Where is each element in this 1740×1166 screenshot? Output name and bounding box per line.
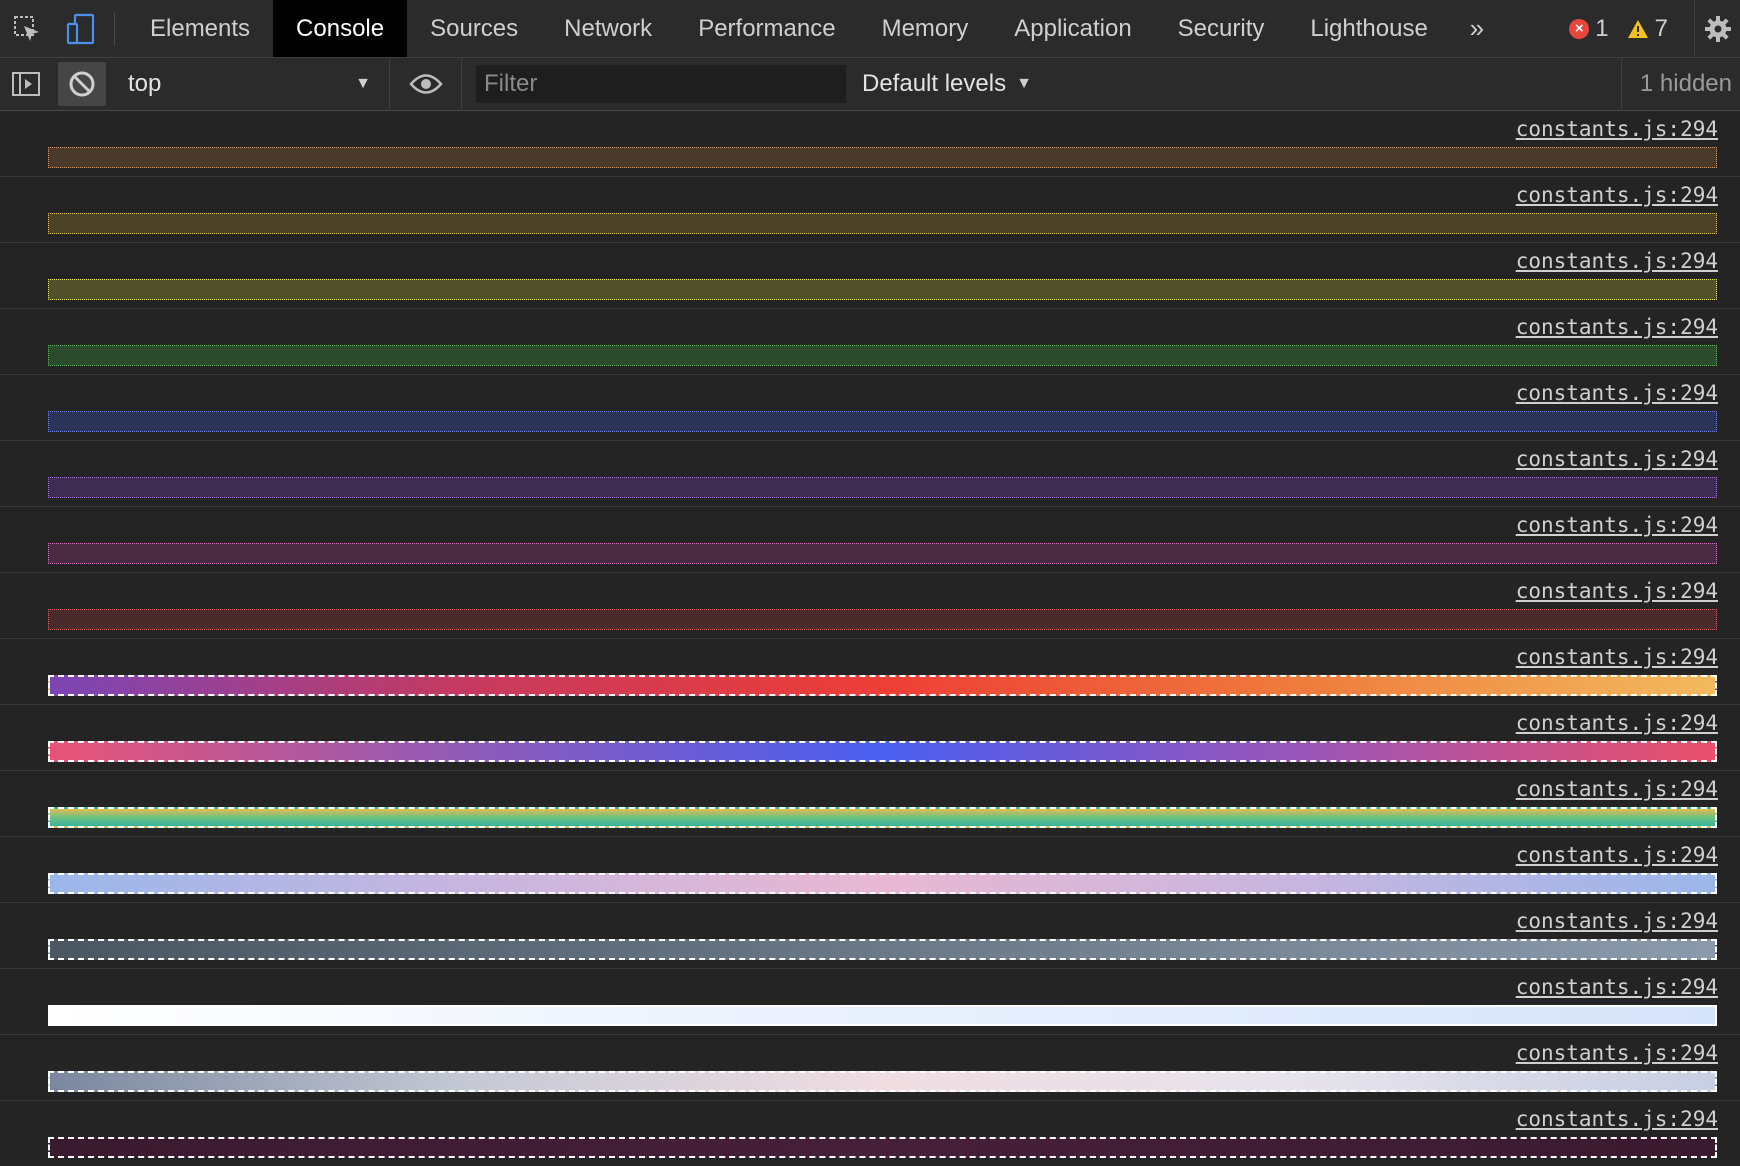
source-link[interactable]: constants.js:294 (1516, 117, 1718, 141)
styled-log-output (48, 411, 1717, 432)
inspect-element-icon (14, 16, 39, 41)
clear-console-button[interactable] (58, 62, 106, 106)
source-link[interactable]: constants.js:294 (1516, 447, 1718, 471)
source-link[interactable]: constants.js:294 (1516, 909, 1718, 933)
console-message: constants.js:294 (0, 441, 1740, 507)
devtools-tab-bar: Elements Console Sources Network Perform… (0, 0, 1740, 58)
console-message: constants.js:294 (0, 243, 1740, 309)
console-message: constants.js:294 (0, 309, 1740, 375)
styled-log-output (48, 147, 1717, 168)
show-sidebar-button[interactable] (0, 58, 52, 111)
filter-input[interactable] (476, 65, 846, 103)
tab-memory[interactable]: Memory (859, 0, 992, 57)
styled-log-output (48, 939, 1717, 960)
tab-lighthouse[interactable]: Lighthouse (1287, 0, 1450, 57)
source-link[interactable]: constants.js:294 (1516, 975, 1718, 999)
console-message: constants.js:294 (0, 969, 1740, 1035)
error-count: 1 (1595, 14, 1609, 42)
source-link[interactable]: constants.js:294 (1516, 777, 1718, 801)
source-link[interactable]: constants.js:294 (1516, 843, 1718, 867)
styled-log-output (48, 543, 1717, 564)
console-message: constants.js:294 (0, 375, 1740, 441)
issue-counters: × 1 7 (1569, 0, 1694, 57)
console-messages: constants.js:294 constants.js:294 constant… (0, 111, 1740, 1166)
warning-icon (1627, 19, 1648, 38)
styled-log-output (48, 345, 1717, 366)
context-value: top (128, 70, 162, 97)
tab-security[interactable]: Security (1155, 0, 1288, 57)
source-link[interactable]: constants.js:294 (1516, 513, 1718, 537)
inspect-element-button[interactable] (0, 0, 54, 58)
source-link[interactable]: constants.js:294 (1516, 381, 1718, 405)
log-levels-label: Default levels (862, 70, 1007, 97)
styled-log-output (48, 807, 1717, 828)
error-counter[interactable]: × 1 (1569, 14, 1609, 43)
console-message: constants.js:294 (0, 705, 1740, 771)
source-link[interactable]: constants.js:294 (1516, 711, 1718, 735)
console-message: constants.js:294 (0, 507, 1740, 573)
styled-log-output (48, 1005, 1717, 1026)
chevron-down-icon: ▼ (355, 75, 371, 92)
more-tabs-button[interactable]: » (1451, 0, 1503, 57)
live-expression-button[interactable] (390, 57, 462, 111)
source-link[interactable]: constants.js:294 (1516, 1107, 1718, 1131)
toolbar-divider (114, 11, 115, 46)
clear-console-icon (69, 71, 95, 97)
styled-log-output (48, 279, 1717, 300)
console-message: constants.js:294 (0, 1101, 1740, 1166)
styled-log-output (48, 741, 1717, 762)
styled-log-output (48, 675, 1717, 696)
console-message: constants.js:294 (0, 837, 1740, 903)
tab-sources[interactable]: Sources (407, 0, 541, 57)
console-message: constants.js:294 (0, 639, 1740, 705)
styled-log-output (48, 477, 1717, 498)
context-selector[interactable]: top ▼ (112, 57, 390, 111)
console-message: constants.js:294 (0, 177, 1740, 243)
source-link[interactable]: constants.js:294 (1516, 1041, 1718, 1065)
tab-elements[interactable]: Elements (127, 0, 273, 57)
error-icon: × (1569, 18, 1590, 39)
hidden-messages-count: 1 hidden (1620, 57, 1740, 111)
device-toolbar-button[interactable] (54, 0, 108, 58)
console-message: constants.js:294 (0, 111, 1740, 177)
panel-tabs: Elements Console Sources Network Perform… (127, 0, 1451, 57)
source-link[interactable]: constants.js:294 (1516, 579, 1718, 603)
styled-log-output (48, 609, 1717, 630)
source-link[interactable]: constants.js:294 (1516, 183, 1718, 207)
source-link[interactable]: constants.js:294 (1516, 315, 1718, 339)
warning-counter[interactable]: 7 (1627, 15, 1668, 43)
tab-console[interactable]: Console (273, 0, 408, 57)
tab-performance[interactable]: Performance (675, 0, 858, 57)
console-message: constants.js:294 (0, 573, 1740, 639)
tab-network[interactable]: Network (541, 0, 675, 57)
chevron-down-icon: ▼ (1016, 75, 1032, 92)
settings-button[interactable] (1694, 0, 1740, 58)
show-sidebar-icon (12, 72, 40, 96)
tab-application[interactable]: Application (991, 0, 1154, 57)
source-link[interactable]: constants.js:294 (1516, 645, 1718, 669)
styled-log-output (48, 873, 1717, 894)
styled-log-output (48, 1071, 1717, 1092)
console-message: constants.js:294 (0, 1035, 1740, 1101)
source-link[interactable]: constants.js:294 (1516, 249, 1718, 273)
gear-icon (1704, 16, 1731, 42)
warning-count: 7 (1654, 14, 1668, 42)
styled-log-output (48, 213, 1717, 234)
styled-log-output (48, 1137, 1717, 1158)
console-toolbar: top ▼ Default levels ▼ 1 hidden (0, 57, 1740, 111)
console-message: constants.js:294 (0, 771, 1740, 837)
device-toolbar-icon (66, 13, 95, 45)
live-expression-eye-icon (408, 74, 443, 94)
log-levels-dropdown[interactable]: Default levels ▼ (862, 70, 1032, 98)
console-message: constants.js:294 (0, 903, 1740, 969)
